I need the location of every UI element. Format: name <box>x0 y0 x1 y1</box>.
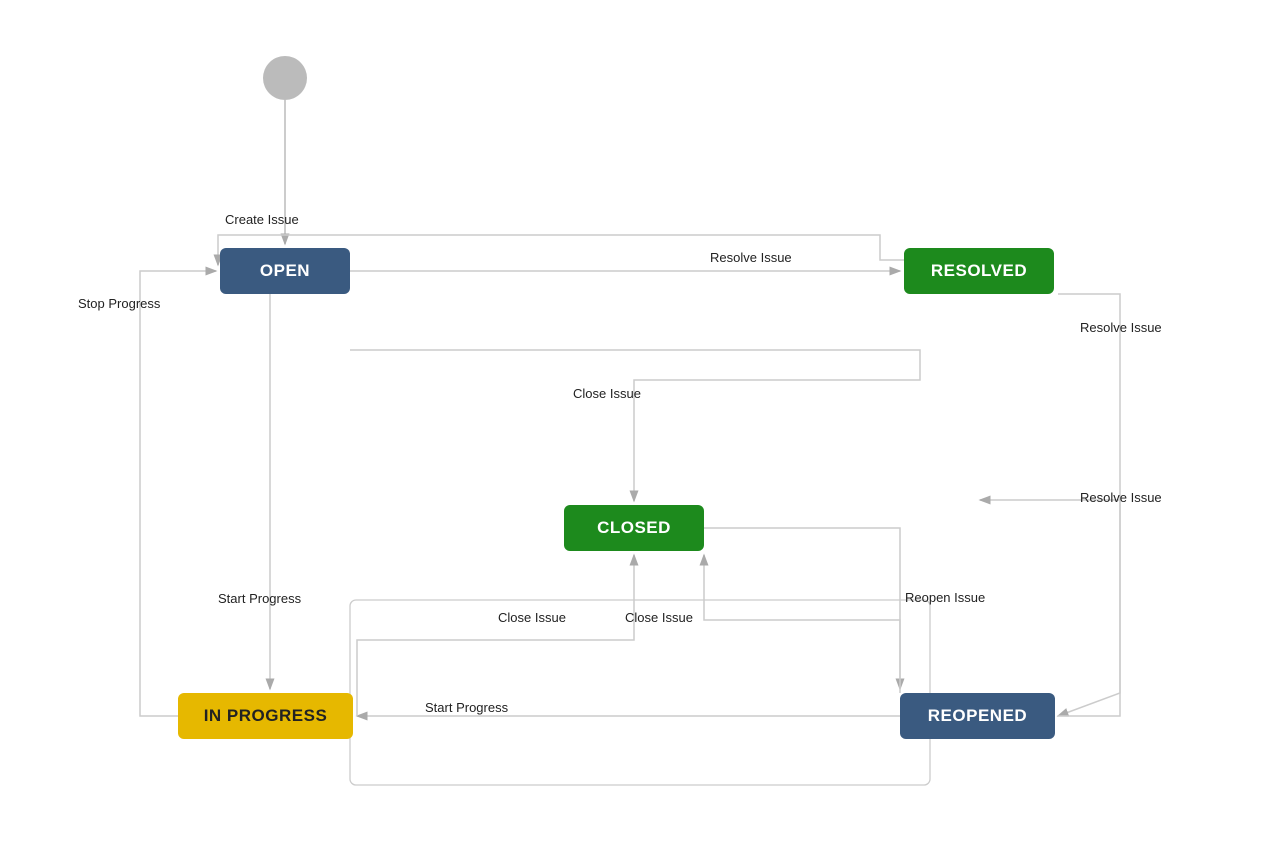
label-start-progress-1: Start Progress <box>218 591 301 606</box>
open-node: OPEN <box>220 248 350 294</box>
label-close-issue-2: Close Issue <box>498 610 566 625</box>
label-reopen-issue: Reopen Issue <box>905 590 985 605</box>
label-resolve-issue-1: Resolve Issue <box>710 250 792 265</box>
label-resolve-issue-3: Resolve Issue <box>1080 490 1162 505</box>
label-create-issue: Create Issue <box>225 212 299 227</box>
label-stop-progress: Stop Progress <box>78 296 160 311</box>
label-start-progress-2: Start Progress <box>425 700 508 715</box>
label-resolve-issue-2: Resolve Issue <box>1080 320 1162 335</box>
state-diagram: OPEN RESOLVED CLOSED IN PROGRESS REOPENE… <box>0 0 1268 853</box>
reopened-node: REOPENED <box>900 693 1055 739</box>
label-close-issue-1: Close Issue <box>573 386 641 401</box>
resolved-node: RESOLVED <box>904 248 1054 294</box>
label-close-issue-3: Close Issue <box>625 610 693 625</box>
inprogress-node: IN PROGRESS <box>178 693 353 739</box>
start-node <box>263 56 307 100</box>
closed-node: CLOSED <box>564 505 704 551</box>
